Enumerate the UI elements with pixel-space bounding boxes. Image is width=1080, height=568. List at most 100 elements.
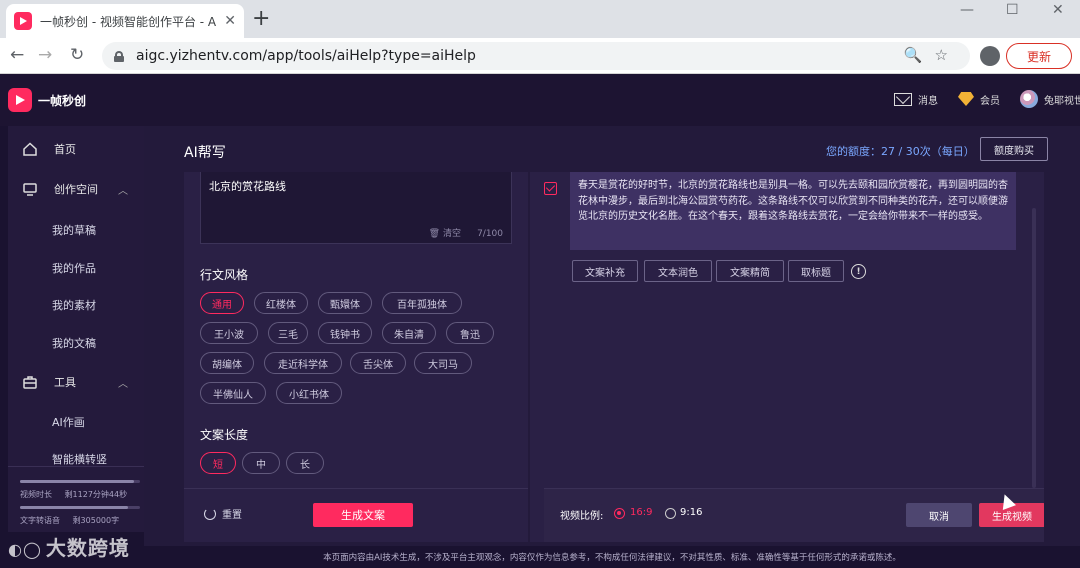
- style-tag[interactable]: 甄嬛体: [318, 292, 372, 314]
- style-tag[interactable]: 百年孤独体: [382, 292, 462, 314]
- tts-usage-bar: [20, 506, 140, 509]
- sidebar-item-label: 智能横转竖: [52, 453, 107, 466]
- update-button[interactable]: 更新: [1006, 43, 1072, 69]
- sidebar-item-drafts[interactable]: 我的草稿: [8, 215, 144, 245]
- brand-name: 一帧秒创: [38, 93, 87, 108]
- new-tab-icon[interactable]: +: [252, 6, 270, 31]
- sidebar-item-materials[interactable]: 我的素材: [8, 290, 144, 320]
- ratio-option-9-16[interactable]: 9:16: [680, 507, 702, 518]
- get-title-button[interactable]: 取标题: [788, 260, 844, 282]
- video-usage-label: 视频时长: [20, 490, 52, 499]
- browser-tabbar: 一帧秒创 - 视频智能创作平台 - A ✕ + — ☐ ✕: [0, 0, 1080, 38]
- condense-button[interactable]: 文案精简: [716, 260, 784, 282]
- sidebar-divider: [8, 466, 144, 467]
- style-tag[interactable]: 朱自清: [382, 322, 436, 344]
- style-tag[interactable]: 鲁迅: [446, 322, 494, 344]
- sidebar-item-label: 创作空间: [54, 183, 98, 196]
- sidebar-item-label: 工具: [54, 376, 76, 389]
- video-usage: 视频时长 剩1127分钟44秒: [20, 489, 140, 500]
- style-tag[interactable]: 大司马: [414, 352, 472, 374]
- url-text: aigc.yizhentv.com/app/tools/aiHelp?type=…: [136, 48, 476, 64]
- style-tag[interactable]: 钱钟书: [318, 322, 372, 344]
- style-tag[interactable]: 舌尖体: [350, 352, 406, 374]
- sidebar-item-works[interactable]: 我的作品: [8, 253, 144, 283]
- page-title: AI帮写: [184, 145, 226, 161]
- style-label: 行文风格: [200, 268, 249, 282]
- video-options-bar: 视频比例: 16:9 9:16 取消 生成视频: [544, 488, 1044, 542]
- style-tag-general[interactable]: 通用: [200, 292, 244, 314]
- clear-button[interactable]: 🗑 清空: [429, 226, 461, 239]
- vip-diamond-icon[interactable]: [958, 92, 974, 106]
- brand-logo-icon[interactable]: [8, 88, 32, 112]
- disclaimer: 本页面内容由AI技术生成，不涉及平台主观观念，内容仅作为信息参考，不构成任何法律…: [144, 546, 1080, 568]
- ratio-option-16-9[interactable]: 16:9: [630, 507, 652, 518]
- member-link[interactable]: 会员: [980, 92, 1000, 107]
- ratio-radio-16-9[interactable]: [614, 508, 625, 519]
- supplement-button[interactable]: 文案补充: [572, 260, 638, 282]
- user-name[interactable]: 兔耶视世: [1044, 92, 1080, 107]
- video-usage-bar: [20, 480, 140, 483]
- main-content: AI帮写 您的额度：27 / 30次（每日） 额度购买 北京的赏花路线 🗑 清空…: [144, 126, 1080, 546]
- maximize-icon[interactable]: ☐: [1006, 2, 1019, 22]
- mail-icon[interactable]: [894, 92, 912, 106]
- browser-toolbar: ← → ↻ aigc.yizhentv.com/app/tools/aiHelp…: [0, 38, 1080, 74]
- avatar[interactable]: [1020, 90, 1038, 108]
- cancel-button[interactable]: 取消: [906, 503, 972, 527]
- sidebar-item-scripts[interactable]: 我的文稿: [8, 328, 144, 358]
- length-tag-long[interactable]: 长: [286, 452, 324, 474]
- sidebar-item-label: 我的作品: [52, 262, 96, 275]
- app-header: 一帧秒创 消息 会员 兔耶视世: [0, 74, 1080, 126]
- sidebar-item-ai-painting[interactable]: AI作画: [8, 407, 144, 437]
- sidebar-item-creation-space[interactable]: 创作空间 ︿: [8, 174, 144, 204]
- sidebar-item-tools[interactable]: 工具 ︿: [8, 367, 144, 397]
- style-tag[interactable]: 王小波: [200, 322, 258, 344]
- info-icon[interactable]: !: [851, 264, 866, 279]
- minimize-icon[interactable]: —: [960, 2, 974, 22]
- result-checkbox[interactable]: [544, 182, 557, 195]
- length-tag-short[interactable]: 短: [200, 452, 236, 474]
- messages-link[interactable]: 消息: [918, 92, 938, 107]
- sidebar: 首页 创作空间 ︿ 我的草稿 我的作品 我的素材 我的文稿 工具 ︿ AI作画 …: [8, 126, 144, 532]
- sidebar-item-label: 首页: [54, 143, 76, 156]
- chevron-up-icon: ︿: [118, 185, 128, 197]
- sidebar-item-label: 我的素材: [52, 299, 96, 312]
- tts-usage-remaining: 剩305000字: [72, 516, 120, 525]
- chevron-up-icon: ︿: [118, 378, 128, 390]
- browser-tab[interactable]: 一帧秒创 - 视频智能创作平台 - A ✕: [6, 4, 244, 38]
- polish-button[interactable]: 文本润色: [644, 260, 712, 282]
- style-tag[interactable]: 走近科学体: [264, 352, 342, 374]
- sidebar-item-landscape-to-portrait[interactable]: 智能横转竖: [8, 444, 144, 474]
- buy-quota-button[interactable]: 额度购买: [980, 137, 1048, 161]
- header-actions: 消息 会员 兔耶视世: [894, 90, 1080, 108]
- reset-button[interactable]: 重置: [204, 506, 242, 521]
- ratio-radio-9-16[interactable]: [665, 508, 676, 519]
- window-close-icon[interactable]: ✕: [1052, 2, 1064, 22]
- tab-title: 一帧秒创 - 视频智能创作平台 - A: [40, 14, 217, 29]
- address-bar[interactable]: aigc.yizhentv.com/app/tools/aiHelp?type=…: [102, 42, 970, 70]
- style-tag[interactable]: 胡编体: [200, 352, 254, 374]
- tab-close-icon[interactable]: ✕: [224, 13, 236, 29]
- forward-icon[interactable]: →: [38, 45, 52, 65]
- style-tag[interactable]: 三毛: [268, 322, 308, 344]
- watermark-text: 大数跨境: [45, 536, 130, 560]
- style-tag[interactable]: 半佛仙人: [200, 382, 266, 404]
- reload-icon[interactable]: ↻: [70, 45, 84, 65]
- ratio-label: 视频比例:: [560, 511, 604, 522]
- zoom-star-icons[interactable]: 🔍☆: [904, 46, 960, 64]
- style-tag[interactable]: 红楼体: [254, 292, 308, 314]
- profile-icon[interactable]: [980, 46, 1000, 66]
- video-usage-remaining: 剩1127分钟44秒: [64, 490, 128, 499]
- generate-copy-button[interactable]: 生成文案: [313, 503, 413, 527]
- topic-value: 北京的赏花路线: [209, 180, 286, 193]
- sidebar-item-label: 我的文稿: [52, 337, 96, 350]
- sidebar-item-label: AI作画: [52, 416, 85, 429]
- topic-input[interactable]: 北京的赏花路线 🗑 清空 7/100: [200, 172, 512, 244]
- watermark: ◐◯ 大数跨境: [8, 532, 130, 561]
- generated-text[interactable]: 春天是赏花的好时节，北京的赏花路线也是别具一格。可以先去颐和园欣赏樱花，再到圆明…: [570, 172, 1016, 250]
- scrollbar[interactable]: [1032, 208, 1036, 488]
- back-icon[interactable]: ←: [10, 45, 24, 65]
- input-panel: 北京的赏花路线 🗑 清空 7/100 行文风格 通用 红楼体 甄嬛体 百年孤独体…: [184, 172, 528, 542]
- sidebar-item-home[interactable]: 首页: [8, 134, 144, 164]
- style-tag[interactable]: 小红书体: [276, 382, 342, 404]
- length-tag-medium[interactable]: 中: [242, 452, 280, 474]
